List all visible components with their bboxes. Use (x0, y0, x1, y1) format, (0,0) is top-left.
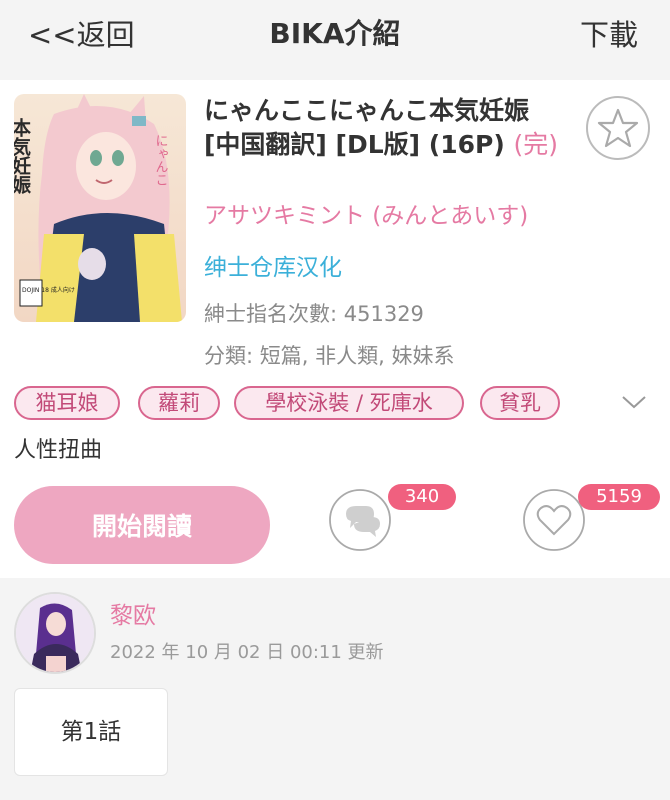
uploader-section: 黎欧 2022 年 10 月 02 日 00:11 更新 第1話 (0, 578, 670, 800)
download-button[interactable]: 下載 (580, 12, 638, 54)
like-button[interactable] (522, 488, 586, 552)
comment-icon (329, 489, 391, 551)
comic-info-card: 本気妊娠 にゃんこ DOJIN 18 成人向け にゃんここにゃんこ本気妊娠 [中… (0, 80, 670, 578)
avatar[interactable] (14, 592, 96, 674)
comment-button[interactable] (328, 488, 392, 552)
tag-chip[interactable]: 貧乳 (480, 386, 560, 420)
update-time: 2022 年 10 月 02 日 00:11 更新 (110, 642, 384, 663)
uploader-name[interactable]: 黎欧 (110, 596, 156, 630)
tag-chip[interactable]: 蘿莉 (138, 386, 220, 420)
cover-subtitle-char: にゃんこ (153, 134, 168, 186)
chevron-down-icon[interactable] (620, 392, 648, 412)
start-reading-button[interactable]: 開始閱讀 (14, 486, 270, 564)
like-count-badge: 5159 (578, 484, 660, 510)
completion-status: (完) (513, 130, 558, 159)
comic-title-text: にゃんここにゃんこ本気妊娠 [中国翻訳] [DL版] (16P) (204, 96, 530, 159)
page-title: BIKA介紹 (269, 17, 401, 50)
favorite-button[interactable] (586, 96, 650, 160)
heart-icon (523, 489, 585, 551)
comic-intro-page: <<返回 BIKA介紹 下載 本気妊娠 にゃんこ DOJIN 18 成人向け に… (0, 0, 670, 800)
cover-title-char: 本気妊娠 (14, 117, 31, 195)
cover-illustration: 本気妊娠 にゃんこ DOJIN 18 成人向け (14, 94, 186, 322)
tag-chip[interactable]: 猫耳娘 (14, 386, 120, 420)
comic-title: にゃんここにゃんこ本気妊娠 [中国翻訳] [DL版] (16P) (完) (204, 94, 574, 162)
top-bar: <<返回 BIKA介紹 下載 (0, 0, 670, 78)
star-icon (597, 108, 639, 148)
category-list: 分類: 短篇, 非人類, 妹妹系 (204, 344, 455, 368)
comment-count-badge: 340 (388, 484, 456, 510)
translator-link[interactable]: 绅士仓库汉化 (204, 248, 342, 282)
author-link[interactable]: アサツキミント (みんとあいす) (204, 196, 528, 230)
cover-age-badge: DOJIN 18 成人向け (22, 286, 75, 294)
tag-text[interactable]: 人性扭曲 (14, 432, 102, 464)
cover-image[interactable]: 本気妊娠 にゃんこ DOJIN 18 成人向け (14, 94, 186, 322)
chapter-button[interactable]: 第1話 (14, 688, 168, 776)
tag-chip[interactable]: 學校泳裝 / 死庫水 (234, 386, 464, 420)
avatar-illustration (16, 594, 94, 672)
view-count: 紳士指名次數: 451329 (204, 302, 424, 326)
